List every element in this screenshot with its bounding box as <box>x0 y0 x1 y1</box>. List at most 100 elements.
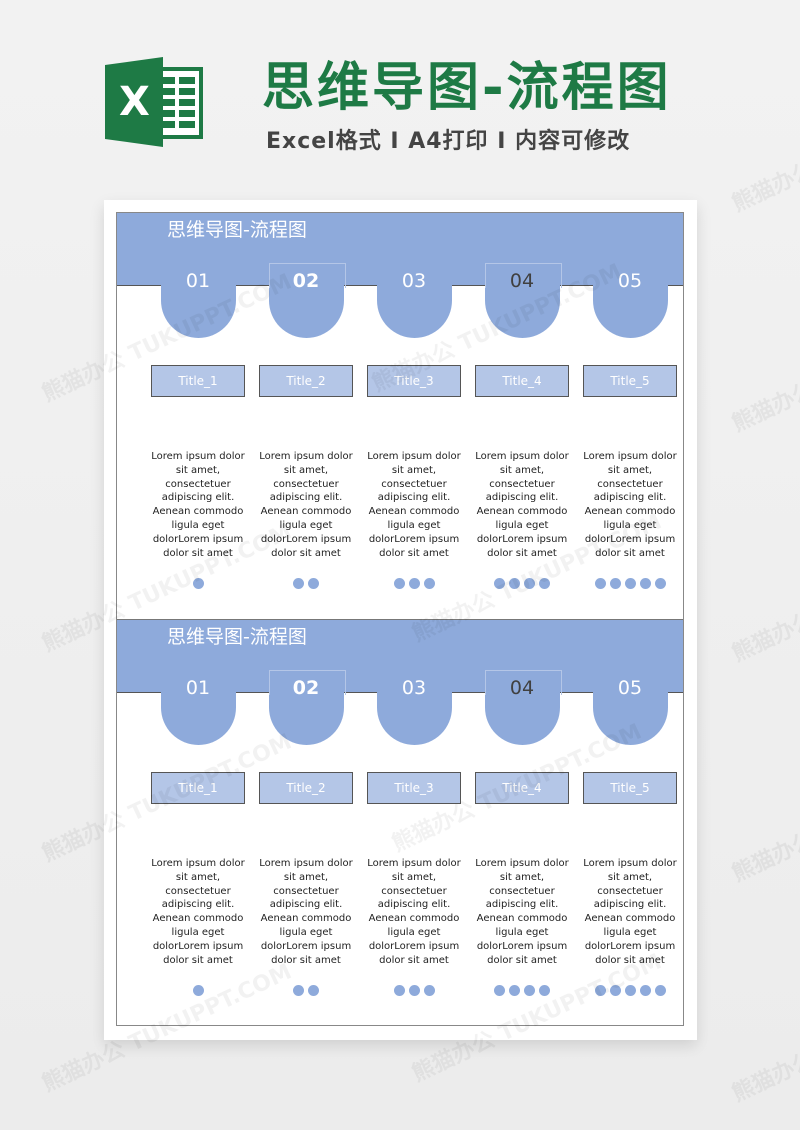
section-title: 思维导图-流程图 <box>167 626 307 648</box>
step-title-box[interactable]: Title_5 <box>583 365 677 397</box>
step-number: 03 <box>401 270 427 292</box>
step-title-box[interactable]: Title_1 <box>151 365 245 397</box>
step-shape: 02 <box>268 670 346 745</box>
step-number: 02 <box>292 270 320 292</box>
dot-icon <box>639 985 651 996</box>
step-number: 05 <box>617 270 643 292</box>
description-line: dolor sit amet <box>487 954 557 966</box>
description-line: sit amet, <box>283 871 329 883</box>
dot-icon <box>524 985 535 996</box>
document-preview-card: 思维导图-流程图 01 Title_1 Lorem ipsum dolor sit am… <box>104 200 697 1040</box>
step-title-box[interactable]: Title_3 <box>367 772 461 804</box>
dot-icon <box>423 985 435 996</box>
step-title-box[interactable]: Title_3 <box>367 365 461 397</box>
step-title-box[interactable]: Title_1 <box>151 772 245 804</box>
dot-icon <box>594 985 606 996</box>
step-description: Lorem ipsum dolor sit amet, consectetuer ad… <box>143 450 253 560</box>
flow-section: 思维导图-流程图 01 Title_1 Lorem ipsum dolor sit am… <box>117 213 683 619</box>
description-line: dolorLorem ipsum <box>152 940 244 952</box>
dot-icon <box>192 578 204 589</box>
step-description: Lorem ipsum dolor sit amet, consectetuer ad… <box>575 450 683 560</box>
step-dots <box>575 578 683 590</box>
step-dots <box>143 985 253 997</box>
step-shape: 01 <box>160 670 236 745</box>
dot-icon <box>494 578 505 589</box>
description-line: Lorem ipsum dolor <box>475 451 569 462</box>
dot-icon <box>609 985 621 996</box>
description-line: dolorLorem ipsum <box>152 533 244 545</box>
step-dots <box>251 578 361 590</box>
step-shape: 02 <box>268 263 346 338</box>
description-line: Lorem ipsum dolor <box>583 451 677 462</box>
description-line: adipiscing elit. <box>593 492 667 504</box>
description-line: dolor sit amet <box>595 954 665 966</box>
dot-icon <box>393 578 405 589</box>
step-title-box[interactable]: Title_5 <box>583 772 677 804</box>
step-shape: 03 <box>376 670 452 745</box>
step-description: Lorem ipsum dolor sit amet, consectetuer ad… <box>251 857 361 967</box>
step-description: Lorem ipsum dolor sit amet, consectetuer ad… <box>467 450 577 560</box>
flow-section: 思维导图-流程图 01 Title_1 Lorem ipsum dolor sit am… <box>117 619 683 1025</box>
description-line: consectetuer <box>489 478 555 490</box>
description-line: dolorLorem ipsum <box>260 533 352 545</box>
dot-icon <box>408 578 420 589</box>
dot-icon <box>539 985 550 996</box>
step-number: 03 <box>401 677 427 699</box>
description-line: dolorLorem ipsum <box>476 533 568 545</box>
step-title-box[interactable]: Title_4 <box>475 365 569 397</box>
step-title-box[interactable]: Title_2 <box>259 365 353 397</box>
dot-icon <box>654 985 666 996</box>
step-number: 05 <box>617 677 643 699</box>
subtitle: Excel格式 I A4打印 I 内容可修改 <box>266 129 631 154</box>
watermark: 熊猫办公 TUKUPPT.COM <box>728 529 800 668</box>
dot-icon <box>192 985 204 996</box>
excel-icon: X <box>103 57 203 147</box>
description-line: ligula eget <box>495 519 549 531</box>
description-line: adipiscing elit. <box>485 492 559 504</box>
step-title-box[interactable]: Title_2 <box>259 772 353 804</box>
description-line: dolorLorem ipsum <box>260 940 352 952</box>
step-description: Lorem ipsum dolor sit amet, consectetuer ad… <box>575 857 683 967</box>
description-line: dolorLorem ipsum <box>368 533 460 545</box>
step-dots <box>359 985 469 997</box>
description-line: Lorem ipsum dolor <box>151 858 245 869</box>
description-line: consectetuer <box>165 885 231 897</box>
description-line: adipiscing elit. <box>269 492 343 504</box>
dot-icon <box>408 985 420 996</box>
step-description: Lorem ipsum dolor sit amet, consectetuer ad… <box>251 450 361 560</box>
dot-icon <box>609 578 621 589</box>
dot-icon <box>624 985 636 996</box>
description-line: Lorem ipsum dolor <box>151 451 245 462</box>
description-line: consectetuer <box>381 885 447 897</box>
description-line: sit amet, <box>499 871 545 883</box>
step-shape: 04 <box>484 263 562 338</box>
dot-icon <box>639 578 651 589</box>
step-number: 01 <box>185 270 211 292</box>
dot-icon <box>509 985 520 996</box>
step-dots <box>575 985 683 997</box>
description-line: Aenean commodo <box>584 913 676 925</box>
description-line: ligula eget <box>603 519 657 531</box>
description-line: sit amet, <box>499 464 545 476</box>
description-line: consectetuer <box>165 478 231 490</box>
step-number: 02 <box>292 677 320 699</box>
description-line: Aenean commodo <box>476 913 568 925</box>
step-dots <box>251 985 361 997</box>
description-line: Aenean commodo <box>260 913 352 925</box>
description-line: adipiscing elit. <box>161 492 235 504</box>
description-line: consectetuer <box>273 885 339 897</box>
dot-icon <box>308 578 319 589</box>
step-dots <box>467 578 577 590</box>
main-title: 思维导图-流程图 <box>262 58 672 118</box>
watermark: 熊猫办公 TUKUPPT.COM <box>728 749 800 888</box>
watermark: 熊猫办公 TUKUPPT.COM <box>728 79 800 218</box>
step-dots <box>143 578 253 590</box>
description-line: sit amet, <box>607 871 653 883</box>
description-line: consectetuer <box>489 885 555 897</box>
step-title-box[interactable]: Title_4 <box>475 772 569 804</box>
description-line: dolor sit amet <box>379 954 449 966</box>
dot-icon <box>308 985 319 996</box>
description-line: dolor sit amet <box>379 547 449 559</box>
description-line: consectetuer <box>273 478 339 490</box>
description-line: ligula eget <box>387 926 441 938</box>
